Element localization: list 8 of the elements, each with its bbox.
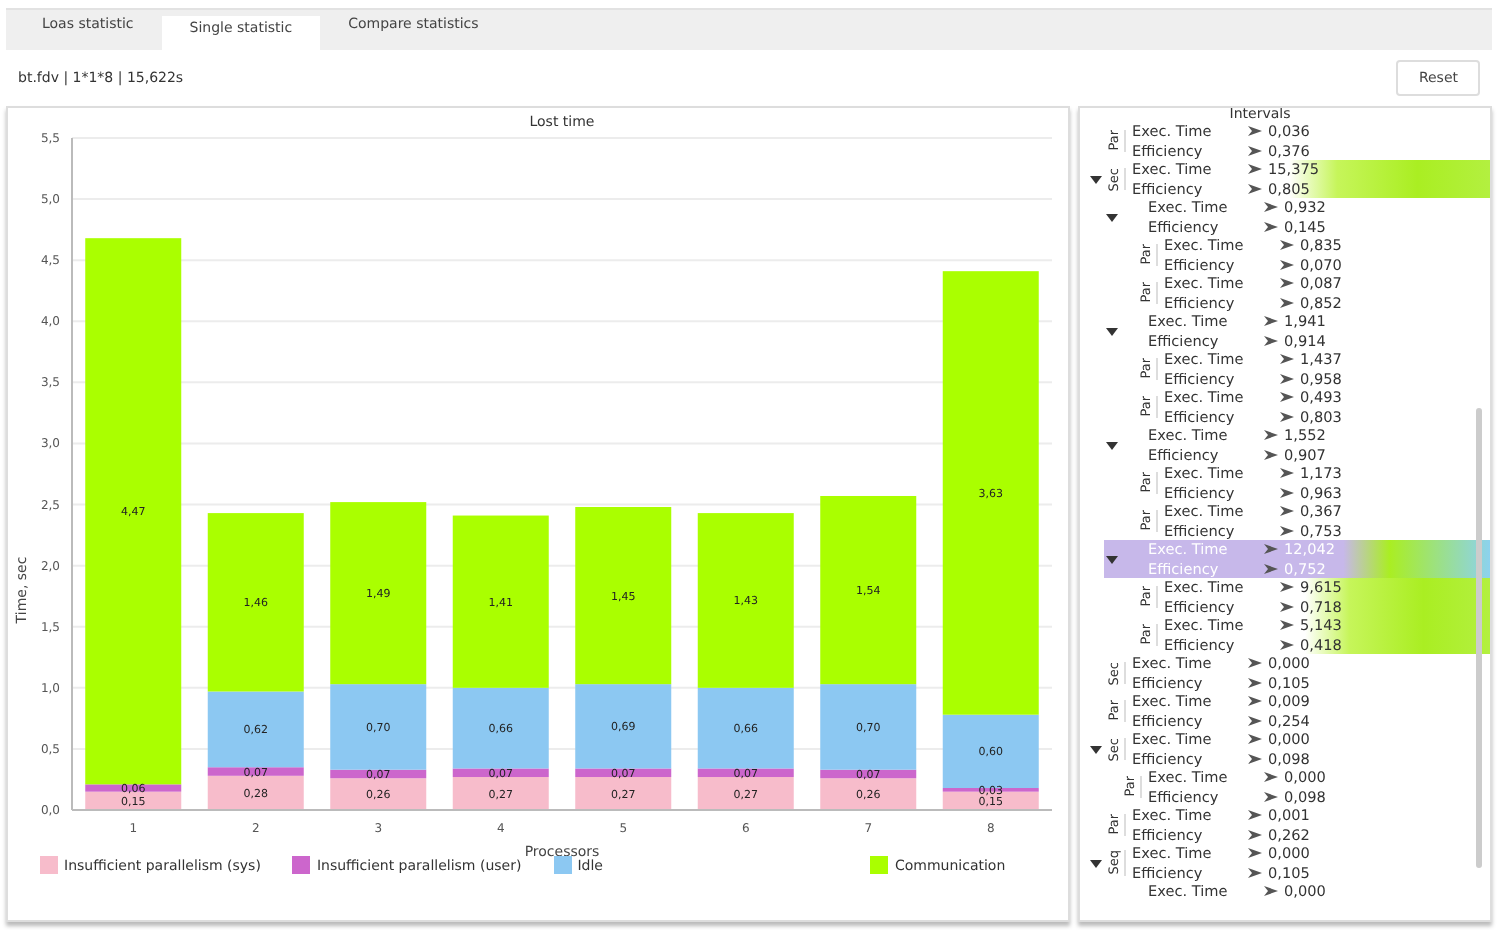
collapse-triangle-icon[interactable]: [1106, 553, 1118, 565]
collapse-triangle-icon[interactable]: [1090, 173, 1102, 185]
scrollbar[interactable]: [1476, 408, 1482, 868]
collapse-triangle-icon[interactable]: [1106, 211, 1118, 223]
collapse-triangle-icon[interactable]: [1106, 439, 1118, 451]
collapse-triangle-icon[interactable]: [1090, 857, 1102, 869]
collapse-triangle-icon[interactable]: [1090, 743, 1102, 755]
collapse-triangle-icon[interactable]: [1106, 325, 1118, 337]
